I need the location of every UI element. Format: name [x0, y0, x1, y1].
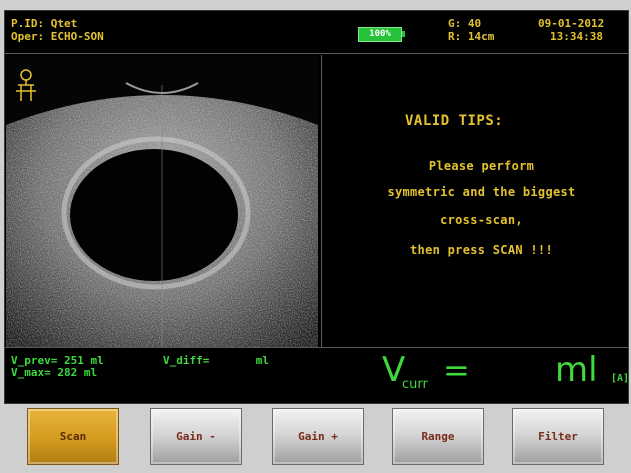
tips-panel: VALID TIPS: Please perform symmetric and…	[335, 55, 628, 347]
range-value: R: 14cm	[448, 30, 495, 43]
readout-divider	[5, 347, 628, 348]
v-max-readout: V_max= 282 ml	[11, 366, 98, 379]
ultrasound-image	[6, 55, 318, 347]
battery-tip	[402, 31, 405, 37]
display-screen: P.ID: Qtet Oper: ECHO-SON 100% G: 40 R: …	[4, 10, 629, 404]
panel-divider	[321, 55, 322, 347]
scan-button[interactable]: Scan	[27, 408, 119, 465]
ultrasound-device: P.ID: Qtet Oper: ECHO-SON 100% G: 40 R: …	[0, 0, 631, 473]
ultrasound-scan-graphic	[6, 55, 318, 347]
gain-plus-button[interactable]: Gain +	[272, 408, 364, 465]
date-display: 09-01-2012	[538, 17, 605, 30]
v-curr-equals: =	[443, 351, 470, 389]
tip-line: symmetric and the biggest	[387, 185, 576, 199]
v-diff-readout: V_diff= ml	[163, 354, 269, 367]
volume-mode: [A]	[611, 373, 629, 384]
tips-title: VALID TIPS:	[405, 113, 504, 129]
header-divider	[5, 53, 628, 54]
header-bar: P.ID: Qtet Oper: ECHO-SON 100% G: 40 R: …	[5, 11, 628, 53]
battery-indicator: 100%	[358, 27, 402, 42]
patient-id: P.ID: Qtet	[11, 17, 78, 30]
v-prev-readout: V_prev= 251 ml	[11, 354, 104, 367]
tip-line: then press SCAN !!!	[410, 243, 553, 257]
tip-line: cross-scan,	[440, 213, 523, 227]
operator: Oper: ECHO-SON	[11, 30, 104, 43]
time-display: 13:34:38	[550, 30, 603, 43]
gain-value: G: 40	[448, 17, 482, 30]
filter-button[interactable]: Filter	[512, 408, 604, 465]
gain-minus-button[interactable]: Gain -	[150, 408, 242, 465]
v-curr-subscript: curr	[402, 377, 428, 392]
volume-unit: ml	[555, 350, 598, 390]
range-button[interactable]: Range	[392, 408, 484, 465]
tip-line: Please perform	[428, 159, 535, 173]
